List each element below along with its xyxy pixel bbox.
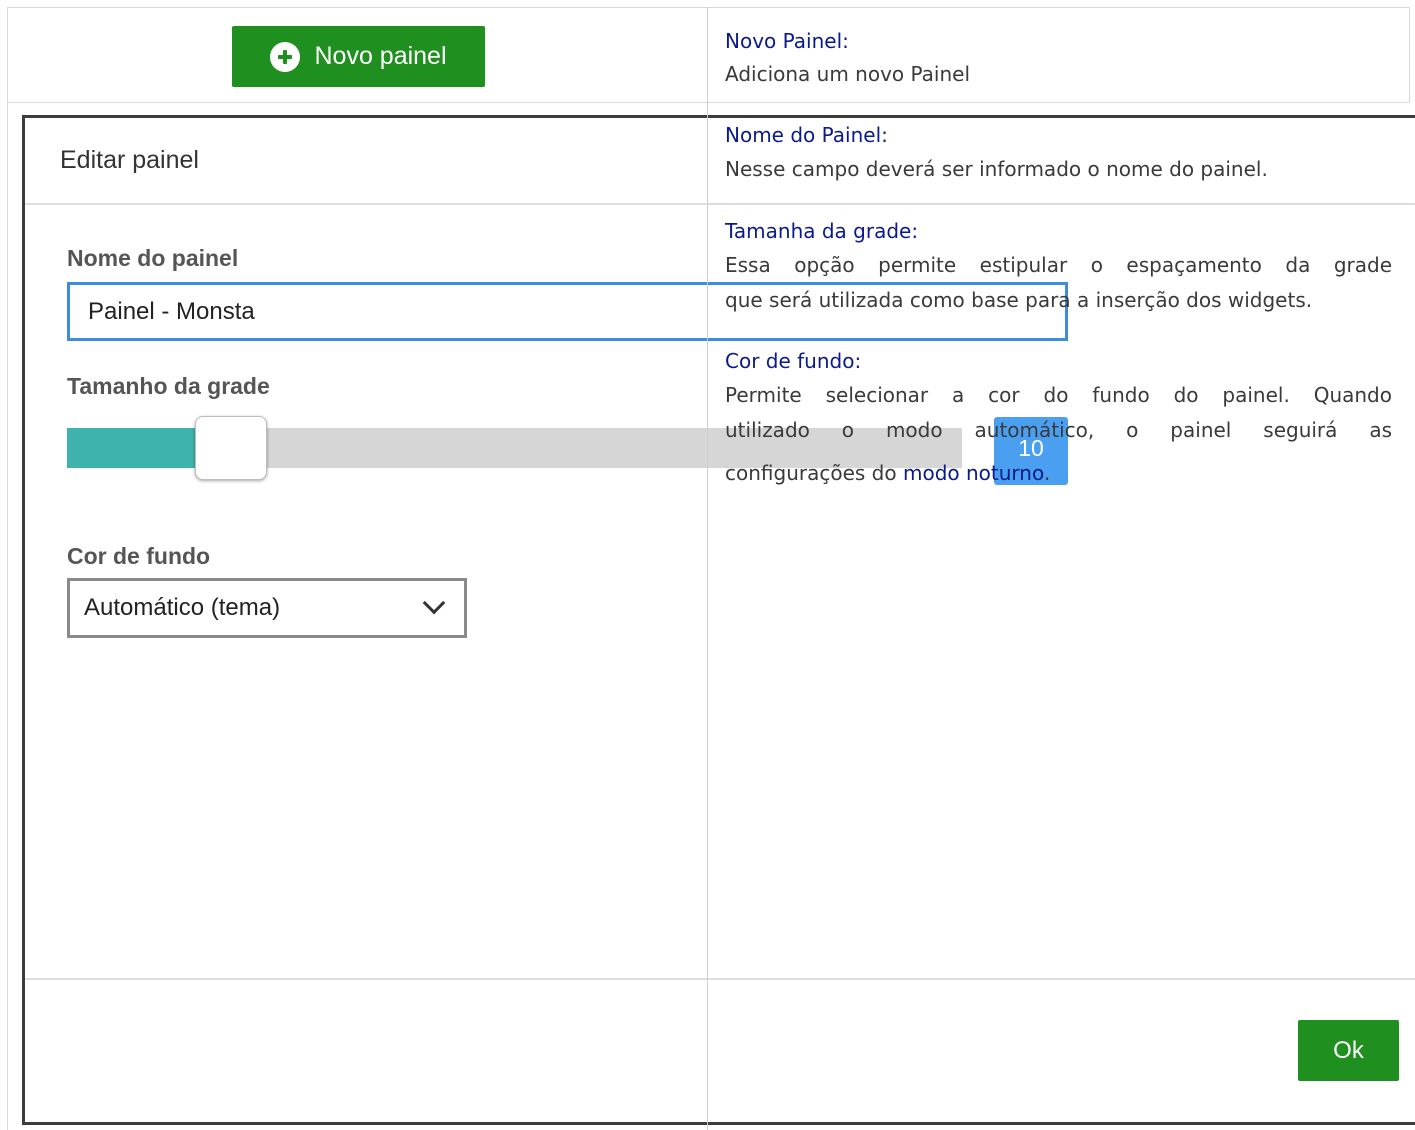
background-color-label: Cor de fundo xyxy=(67,543,211,569)
grid-size-slider-fill xyxy=(67,428,207,468)
table-row-divider xyxy=(7,102,1410,103)
new-panel-desc-title: Novo Painel: xyxy=(725,29,849,53)
background-color-desc-line1: Permite selecionar a cor do fundo do pai… xyxy=(725,383,1392,407)
new-panel-button[interactable]: Novo painel xyxy=(232,26,485,87)
background-color-desc-line3: configurações do modo noturno. xyxy=(725,461,1051,485)
ok-button[interactable]: Ok xyxy=(1298,1020,1399,1081)
background-color-desc-title: Cor de fundo: xyxy=(725,349,862,373)
panel-name-value: Painel - Monsta xyxy=(88,297,255,325)
panel-name-desc-title: Nome do Painel: xyxy=(725,123,888,147)
panel-name-desc-text: Nesse campo deverá ser informado o nome … xyxy=(725,157,1268,181)
new-panel-desc-text: Adiciona um novo Painel xyxy=(725,62,971,86)
grid-size-desc-line2: que será utilizada como base para a inse… xyxy=(725,288,1313,312)
dialog-title: Editar painel xyxy=(60,146,199,174)
grid-size-desc-line1: Essa opção permite estipular o espaçamen… xyxy=(725,253,1392,277)
chevron-down-icon xyxy=(422,591,446,615)
dialog-footer-divider xyxy=(25,978,1415,980)
table-column-divider xyxy=(707,7,708,1130)
new-panel-button-label: Novo painel xyxy=(314,42,447,70)
panel-name-label: Nome do painel xyxy=(67,245,239,271)
table-row-divider-2 xyxy=(707,203,1410,204)
background-color-selected: Automático (tema) xyxy=(84,594,281,621)
table-top-border xyxy=(7,7,1410,8)
background-color-desc-line2: utilizado o modo automático, o painel se… xyxy=(725,418,1392,442)
grid-size-label: Tamanho da grade xyxy=(67,373,270,399)
table-left-border xyxy=(7,7,8,1130)
grid-size-slider-handle[interactable] xyxy=(195,416,267,480)
background-color-select[interactable]: Automático (tema) xyxy=(67,578,467,638)
night-mode-link[interactable]: modo noturno xyxy=(903,461,1044,485)
grid-size-desc-title: Tamanha da grade: xyxy=(725,219,919,243)
plus-circle-icon xyxy=(270,41,301,72)
table-right-border xyxy=(1409,7,1410,103)
